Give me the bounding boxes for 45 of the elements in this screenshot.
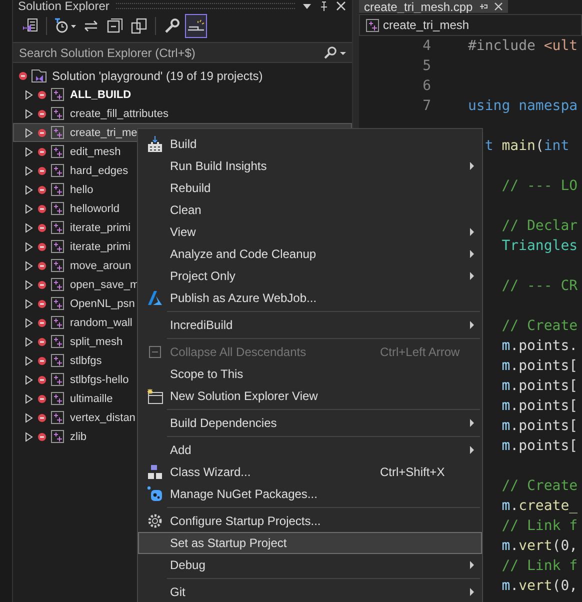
code-line: t main(int bbox=[484, 138, 570, 154]
project-name: create_fill_attributes bbox=[70, 108, 168, 120]
code-line: m.points[ bbox=[502, 378, 578, 394]
shortcut-text: Ctrl+Shift+X bbox=[380, 465, 445, 479]
code-line: using namespa bbox=[468, 98, 578, 114]
project-name: iterate_primi bbox=[70, 240, 131, 252]
project-name: hello bbox=[70, 184, 94, 196]
code-line: // Declar bbox=[502, 218, 578, 234]
project-name: split_mesh bbox=[70, 336, 123, 348]
project-name: helloworld bbox=[70, 202, 120, 214]
code-line: // Link f bbox=[502, 558, 578, 574]
code-line: m.points[ bbox=[502, 438, 578, 454]
project-name: ALL_BUILD bbox=[70, 88, 132, 100]
project-name: hard_edges bbox=[70, 164, 128, 176]
code-line: // --- LO bbox=[502, 178, 578, 194]
code-line: // --- CR bbox=[502, 278, 578, 294]
project-name: open_save_m bbox=[70, 278, 140, 290]
project-name: zlib bbox=[70, 430, 87, 442]
shortcut-text: Ctrl+Left Arrow bbox=[380, 345, 460, 359]
project-name: vertex_distan bbox=[70, 412, 136, 424]
project-name: stlbfgs bbox=[70, 354, 102, 366]
project-name: edit_mesh bbox=[70, 146, 121, 158]
code-line: // Create bbox=[502, 318, 578, 334]
line-number: 7 bbox=[422, 98, 431, 114]
project-name: move_aroun bbox=[70, 260, 132, 272]
code-line: #include <ult bbox=[468, 38, 578, 54]
code-line: m.points[ bbox=[502, 358, 578, 374]
code-line: m.points. bbox=[502, 338, 578, 354]
code-line: Triangles bbox=[502, 238, 578, 254]
project-name: OpenNL_psn bbox=[70, 298, 135, 310]
code-line: // Link f bbox=[502, 518, 578, 534]
code-line: m.create_ bbox=[502, 498, 578, 514]
code-line: m.points[ bbox=[502, 398, 578, 414]
project-name: random_wall bbox=[70, 316, 132, 328]
code-line: m.vert(0, bbox=[502, 538, 578, 554]
line-number: 6 bbox=[422, 78, 431, 94]
project-name: create_tri_me bbox=[70, 126, 138, 138]
code-line: m.points[ bbox=[502, 418, 578, 434]
line-number: 4 bbox=[422, 38, 431, 54]
code-line: // Create bbox=[502, 478, 578, 494]
project-name: ultimaille bbox=[70, 392, 113, 404]
project-name: stlbfgs-hello bbox=[70, 374, 129, 386]
line-number: 5 bbox=[422, 58, 431, 74]
project-name: iterate_primi bbox=[70, 222, 131, 234]
code-line: m.vert(0, bbox=[502, 578, 578, 594]
